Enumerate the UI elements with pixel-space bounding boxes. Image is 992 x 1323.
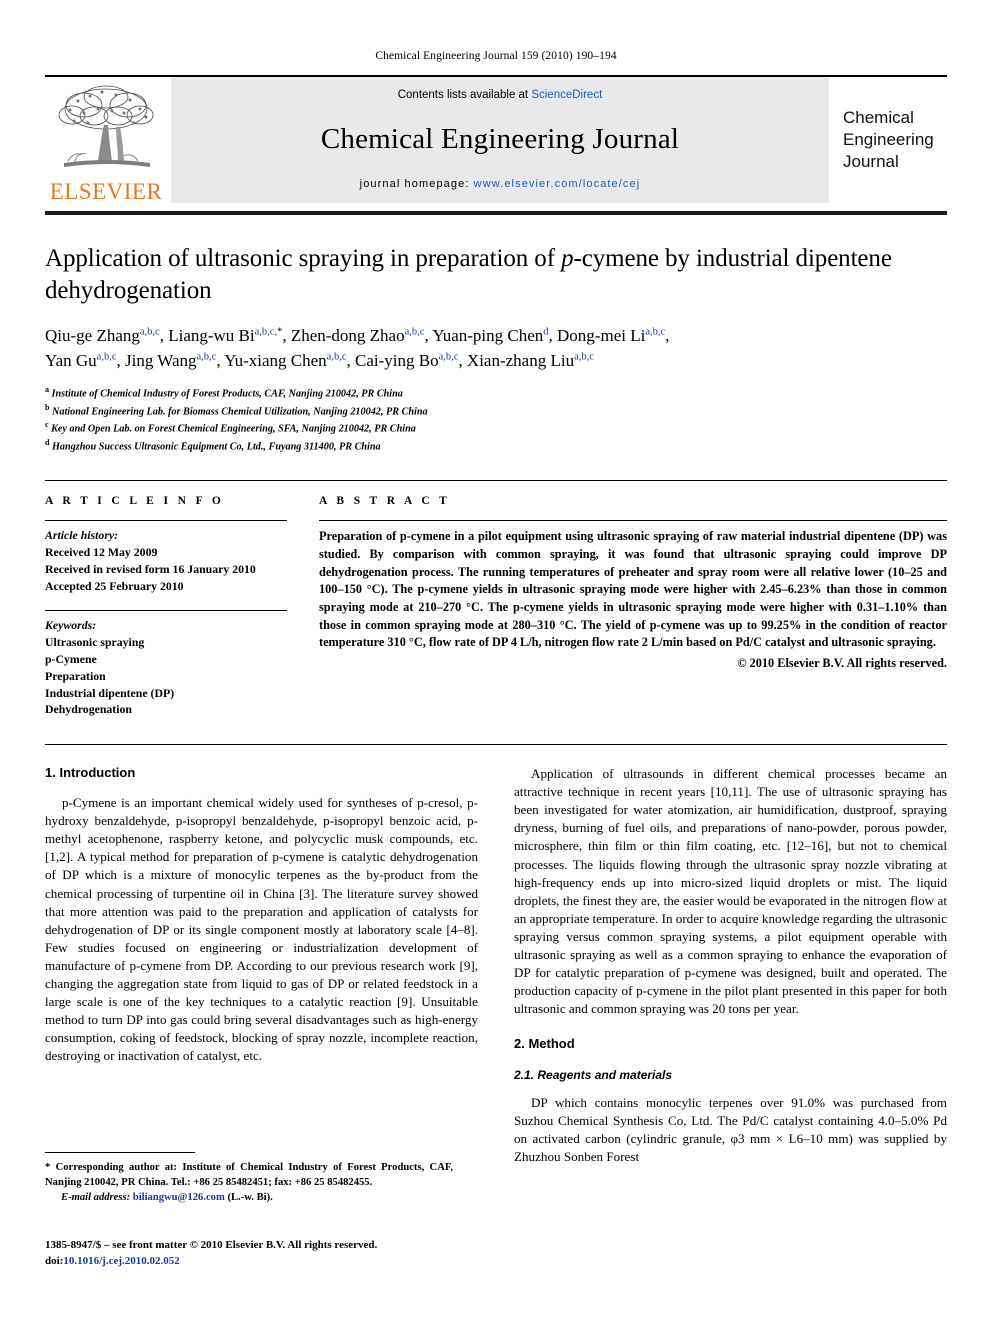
author-corresponding: Liang-wu Bia,b,c,* [168,326,283,345]
history-received: Received 12 May 2009 [45,545,158,560]
footnote-text: * Corresponding author at: Institute of … [45,1160,453,1205]
subsection-heading-reagents: 2.1. Reagents and materials [514,1068,673,1083]
email-link[interactable]: biliangwu@126.com [133,1192,225,1203]
abstract-heading: A B S T R A C T [319,495,451,508]
keyword-item: Industrial dipentene (DP) [45,685,175,700]
keywords-block: Keywords: Ultrasonic spraying p-Cymene P… [45,610,287,718]
page-title: Application of ultrasonic spraying in pr… [45,245,892,304]
paper-page: Chemical Engineering Journal 159 (2010) … [0,0,992,1323]
sciencedirect-link[interactable]: ScienceDirect [531,89,602,101]
abstract-divider [319,520,947,522]
corresponding-author-marker[interactable]: * [277,326,282,337]
corresponding-author-footnote: * Corresponding author at: Institute of … [45,1152,453,1205]
running-head: Chemical Engineering Journal 159 (2010) … [375,50,617,62]
paragraph-reagents-1: DP which contains monocylic terpenes ove… [514,1095,947,1165]
journal-title: Chemical Engineering Journal [320,123,680,155]
abstract-copyright: © 2010 Elsevier B.V. All rights reserved… [737,656,947,671]
body-column-left: 1. Introduction p-Cymene is an important… [45,765,478,1166]
journal-masthead: ELSEVIER Contents lists available at Sci… [45,75,947,203]
keyword-item: Dehydrogenation [45,702,132,717]
keyword-item: p-Cymene [45,652,97,667]
info-divider [45,520,287,522]
body-columns: 1. Introduction p-Cymene is an important… [45,744,947,1166]
author: Dong-mei Lia,b,c [557,326,666,345]
history-revised: Received in revised form 16 January 2010 [45,561,256,576]
journal-homepage-line: journal homepage: www.elsevier.com/locat… [360,178,641,190]
imprint-block: 1385-8947/$ – see front matter © 2010 El… [45,1238,475,1269]
body-column-right: Application of ultrasounds in different … [514,765,947,1166]
abstract-text: Preparation of p-cymene in a pilot equip… [319,529,947,650]
doi-link[interactable]: 10.1016/j.cej.2010.02.052 [63,1255,179,1267]
homepage-url-link[interactable]: www.elsevier.com/locate/cej [474,178,641,190]
footnote-rule [45,1152,195,1153]
info-abstract-band: A R T I C L E I N F O Article history: R… [45,480,947,718]
author: Jing Wanga,b,c [124,350,217,370]
footnote-star: * [45,1162,51,1173]
masthead-bottom-rule [45,211,947,215]
affiliation-list: a Institute of Chemical Industry of Fore… [45,384,947,454]
author: Cai-ying Boa,b,c [355,350,459,370]
section-heading-method: 2. Method [514,1036,575,1052]
affiliation-b: b National Engineering Lab. for Biomass … [45,402,428,418]
contents-prefix: Contents lists available at [397,89,532,101]
affiliation-d: d Hangzhou Success Ultrasonic Equipment … [45,437,381,453]
masthead-center: Contents lists available at ScienceDirec… [171,77,829,203]
author: Zhen-dong Zhaoa,b,c [290,326,425,345]
keywords-label: Keywords: [45,618,97,633]
article-info-heading: A R T I C L E I N F O [45,495,225,508]
imprint-doi-line: doi:10.1016/j.cej.2010.02.052 [45,1254,475,1270]
elsevier-tree-icon [54,83,158,179]
homepage-prefix: journal homepage: [359,178,470,190]
article-history-label: Article history: [45,528,119,543]
author: Yuan-ping Chend [432,326,549,345]
keyword-item: Preparation [45,668,106,683]
paragraph-ultrasound-1: Application of ultrasounds in different … [514,766,948,1017]
contents-available-line: Contents lists available at ScienceDirec… [398,89,603,101]
author: Qiu-ge Zhanga,b,c [45,326,160,345]
paragraph-intro-1: p-Cymene is an important chemical widely… [45,795,478,1064]
article-info-column: A R T I C L E I N F O Article history: R… [45,495,287,718]
journal-cover-title: Chemical Engineering Journal [829,77,947,203]
abstract-column: A B S T R A C T Preparation of p-cymene … [319,495,947,718]
cover-line-3: Journal [843,151,899,171]
footnote-corresponding: Corresponding author at: Institute of Ch… [45,1162,453,1189]
doi-label: doi: [45,1254,64,1267]
keyword-item: Ultrasonic spraying [45,635,145,650]
cover-line-2: Engineering [843,130,934,150]
footnote-email-line: E-mail address: biliangwu@126.com (L.-w.… [45,1190,453,1205]
keywords-divider [45,610,287,612]
affiliation-a: a Institute of Chemical Industry of Fore… [45,385,403,400]
publisher-logo: ELSEVIER [45,77,167,203]
imprint-issn-line: 1385-8947/$ – see front matter © 2010 El… [45,1239,378,1251]
history-accepted: Accepted 25 February 2010 [45,578,184,593]
author: Xian-zhang Liua,b,c [466,350,594,370]
title-block: Application of ultrasonic spraying in pr… [45,243,947,454]
affiliation-c: c Key and Open Lab. on Forest Chemical E… [45,420,416,435]
email-label: E-mail address: [61,1192,131,1204]
cover-line-1: Chemical [843,108,914,128]
author: Yan Gua,b,c [45,350,117,370]
author-list: Qiu-ge Zhanga,b,c, Liang-wu Bia,b,c,*, Z… [45,326,670,370]
section-heading-introduction: 1. Introduction [45,765,136,781]
email-owner: (L.-w. Bi). [227,1192,273,1204]
author: Yu-xiang Chena,b,c [224,350,347,370]
elsevier-wordmark: ELSEVIER [49,179,163,204]
